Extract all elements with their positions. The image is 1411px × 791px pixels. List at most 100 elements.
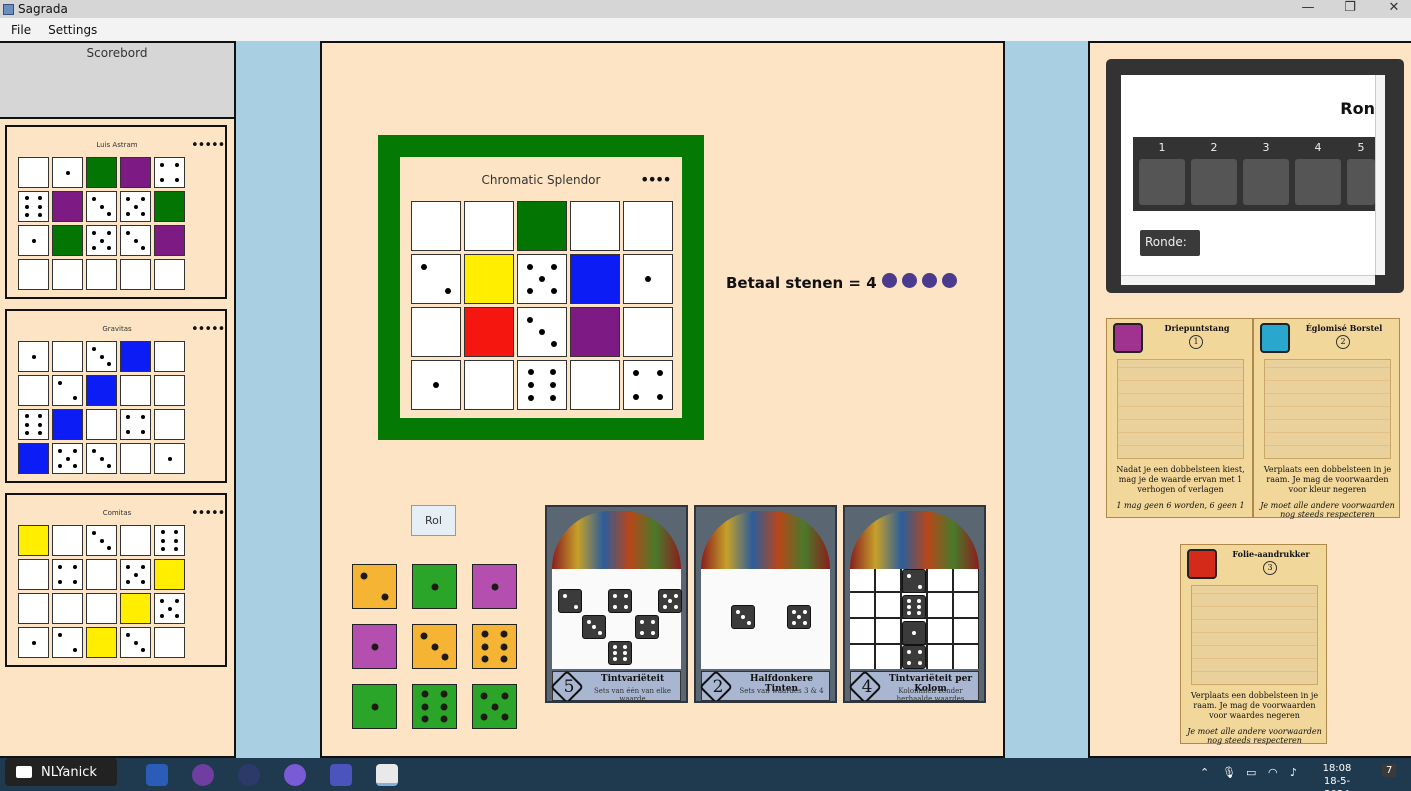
card-description: Sets van één van elke waarde [593,687,672,703]
value-cell [18,191,49,222]
round-slot[interactable] [1347,159,1375,205]
empty-cell[interactable] [411,307,461,357]
offer-die[interactable] [412,624,457,669]
offer-die[interactable] [352,564,397,609]
pip [173,530,178,535]
round-slot[interactable] [1243,159,1289,205]
empty-cell[interactable] [411,201,461,251]
wifi-icon[interactable]: ◠ [1268,766,1278,779]
empty-cell[interactable] [570,201,620,251]
offer-die[interactable] [412,564,457,609]
pip [907,611,912,616]
empty-cell [154,627,185,658]
card-points: 2 [712,677,724,697]
value-cell [18,627,49,658]
word-icon[interactable] [146,764,168,786]
pip [174,177,179,182]
die-illustration [731,605,755,629]
user-badge[interactable]: NLYanick [5,758,117,786]
offer-die[interactable] [472,684,517,729]
menu-settings[interactable]: Settings [48,23,97,37]
offer-die[interactable] [352,684,397,729]
pip [421,715,429,723]
value-cell[interactable] [623,360,673,410]
pip [167,456,172,461]
chevron-up-icon[interactable]: ⌃ [1200,766,1209,779]
round-slot[interactable] [1295,159,1341,205]
offer-die[interactable] [412,684,457,729]
empty-cell[interactable] [623,201,673,251]
value-cell[interactable] [517,254,567,304]
color-cell[interactable] [464,254,514,304]
player-window-grid[interactable] [411,201,673,410]
pip [160,599,165,604]
color-cell[interactable] [464,307,514,357]
pip [106,211,111,216]
round-slot[interactable] [1139,159,1185,205]
pip [592,625,596,629]
vertical-scrollbar[interactable] [1375,75,1385,275]
pip [421,703,429,710]
empty-cell [18,259,49,290]
offer-die[interactable] [472,564,517,609]
empty-cell[interactable] [464,360,514,410]
notification-badge[interactable]: 7 [1382,764,1397,777]
offer-die[interactable] [352,624,397,669]
round-slot[interactable] [1191,159,1237,205]
value-cell[interactable] [411,254,461,304]
favor-tokens: •••• [640,170,672,189]
value-cell[interactable] [517,360,567,410]
pip [917,660,922,665]
discord-icon[interactable] [284,764,306,786]
eclipse-icon[interactable] [238,764,260,786]
color-cell[interactable] [517,201,567,251]
pip [551,264,557,270]
pip [37,204,42,209]
color-cell [120,593,151,624]
pip [528,395,535,402]
teams-icon[interactable] [330,764,352,786]
pip [500,643,508,650]
pip [37,196,42,201]
tool-card-eglomise-borstel[interactable]: Églomisé Borstel 2 Verplaats een dobbels… [1253,318,1400,519]
maximize-button[interactable]: ❐ [1328,0,1372,18]
pip [650,630,655,635]
clock[interactable]: 18:08 18-5-2024 [1312,762,1362,791]
value-cell[interactable] [623,254,673,304]
java-app-icon[interactable] [376,764,398,786]
pip [160,163,165,168]
empty-cell[interactable] [623,307,673,357]
microphone-icon[interactable]: 🎙 [1222,766,1236,779]
color-cell[interactable] [570,307,620,357]
tool-card-folie-aandrukker[interactable]: Folie-aandrukker 3 Verplaats een dobbels… [1180,544,1327,745]
die-illustration [608,641,632,665]
battery-icon[interactable]: ▭ [1246,766,1256,779]
pip [573,604,578,609]
color-cell [120,341,151,372]
die-illustration [658,589,682,613]
minimize-button[interactable]: — [1286,0,1330,18]
offer-die[interactable] [472,624,517,669]
pip [440,690,448,698]
horizontal-scrollbar[interactable] [1121,275,1375,285]
pip [126,579,131,584]
pip [441,653,449,661]
tool-note: Je moet alle andere voorwaarden nog stee… [1260,501,1395,519]
side-panel: Ron 1 2 3 4 5 Ronde: Driepuntstang 1 Nad… [1088,41,1411,758]
pip [133,238,138,243]
roll-button[interactable]: Rol [411,505,456,536]
pip [37,414,42,419]
empty-cell[interactable] [570,360,620,410]
pip [481,655,489,663]
window-frame: Chromatic Splendor •••• [378,135,704,440]
github-icon[interactable] [192,764,214,786]
value-cell[interactable] [517,307,567,357]
value-cell[interactable] [411,360,461,410]
empty-cell[interactable] [464,201,514,251]
close-button[interactable]: ✕ [1372,0,1411,18]
color-cell[interactable] [570,254,620,304]
empty-cell [52,341,83,372]
tool-card-driepuntstang[interactable]: Driepuntstang 1 Nadat je een dobbelsteen… [1106,318,1253,518]
volume-icon[interactable]: ♪ [1290,766,1297,779]
menu-file[interactable]: File [11,23,31,37]
